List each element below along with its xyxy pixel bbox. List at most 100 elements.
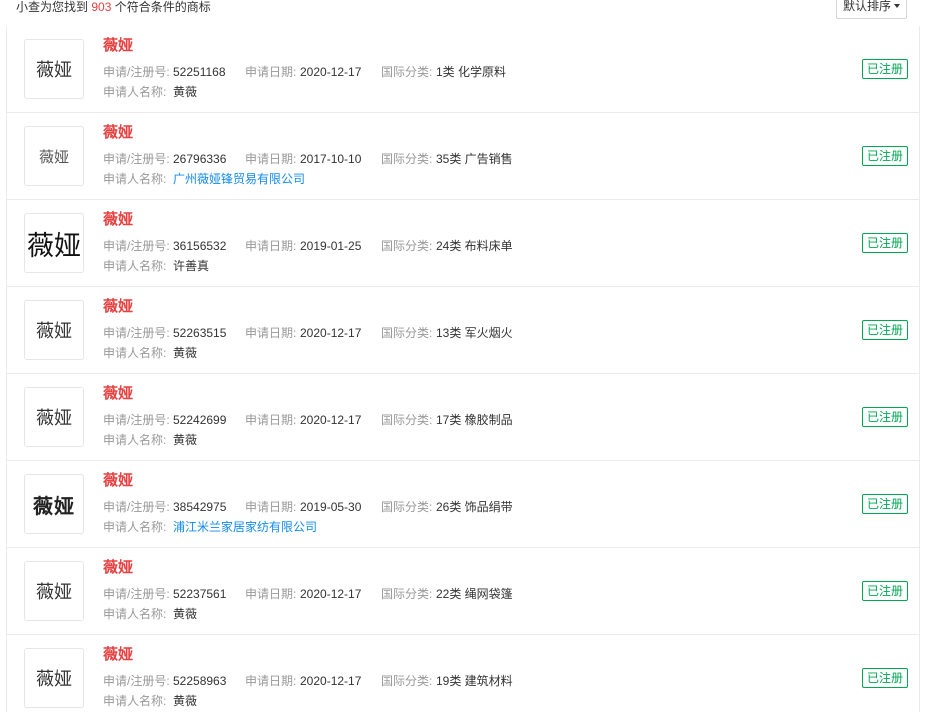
date-value: 2020-12-17 bbox=[300, 326, 362, 340]
date-label: 申请日期: bbox=[245, 326, 297, 340]
trademark-name-link[interactable]: 薇娅 bbox=[103, 124, 133, 142]
status-badge: 已注册 bbox=[862, 494, 908, 514]
date-value: 2020-12-17 bbox=[300, 65, 362, 79]
applicant-value: 黄薇 bbox=[173, 85, 198, 99]
trademark-name-link[interactable]: 薇娅 bbox=[103, 211, 133, 229]
trademark-row[interactable]: 薇娅 薇娅 申请/注册号: 52258963 申请日期: 2020-12-17 国际分类: 1… bbox=[7, 635, 919, 712]
class-label: 国际分类: bbox=[381, 152, 433, 166]
class-label: 国际分类: bbox=[381, 239, 433, 253]
trademark-list: 薇娅 薇娅 申请/注册号: 52251168 申请日期: 2020-12-17 国际分类: 1… bbox=[6, 26, 920, 712]
date-label: 申请日期: bbox=[245, 239, 297, 253]
trademark-logo-text: 薇娅 bbox=[36, 408, 72, 429]
reg-no-label: 申请/注册号: bbox=[103, 587, 170, 601]
date-value: 2020-12-17 bbox=[300, 674, 362, 688]
results-summary: 小查为您找到 903 个符合条件的商标 bbox=[16, 0, 211, 14]
reg-no-label: 申请/注册号: bbox=[103, 65, 170, 79]
reg-no-label: 申请/注册号: bbox=[103, 674, 170, 688]
applicant-label: 申请人名称: bbox=[103, 346, 167, 360]
date-label: 申请日期: bbox=[245, 674, 297, 688]
class-value: 22类 绳网袋篷 bbox=[436, 587, 513, 601]
class-label: 国际分类: bbox=[381, 65, 433, 79]
date-label: 申请日期: bbox=[245, 587, 297, 601]
reg-no-label: 申请/注册号: bbox=[103, 326, 170, 340]
caret-down-icon bbox=[894, 4, 900, 8]
trademark-name-link[interactable]: 薇娅 bbox=[103, 37, 133, 55]
trademark-row[interactable]: 薇娅 薇娅 申请/注册号: 52242699 申请日期: 2020-12-17 国际分类: 1… bbox=[7, 374, 919, 461]
applicant-label: 申请人名称: bbox=[103, 607, 167, 621]
trademark-logo-text: 薇娅 bbox=[36, 60, 72, 81]
status-badge: 已注册 bbox=[862, 320, 908, 340]
reg-no-label: 申请/注册号: bbox=[103, 413, 170, 427]
applicant-value: 许善真 bbox=[173, 259, 210, 273]
trademark-logo-image[interactable]: 薇娅 bbox=[24, 561, 84, 621]
trademark-name-link[interactable]: 薇娅 bbox=[103, 298, 133, 316]
class-value: 26类 饰品绢带 bbox=[436, 500, 513, 514]
trademark-results-page: 小查为您找到 903 个符合条件的商标 默认排序 薇娅 薇娅 申请/注册号: 5225… bbox=[0, 0, 925, 712]
applicant-value: 黄薇 bbox=[173, 694, 198, 708]
class-label: 国际分类: bbox=[381, 500, 433, 514]
trademark-row[interactable]: 薇娅 薇娅 申请/注册号: 52263515 申请日期: 2020-12-17 国际分类: 1… bbox=[7, 287, 919, 374]
applicant-label: 申请人名称: bbox=[103, 433, 167, 447]
trademark-row[interactable]: 薇娅 薇娅 申请/注册号: 26796336 申请日期: 2017-10-10 国际分类: 3… bbox=[7, 113, 919, 200]
applicant-value: 黄薇 bbox=[173, 346, 198, 360]
results-count: 903 bbox=[91, 0, 112, 14]
class-label: 国际分类: bbox=[381, 413, 433, 427]
reg-no-value: 52251168 bbox=[173, 65, 226, 79]
reg-no-value: 36156532 bbox=[173, 239, 227, 253]
applicant-link[interactable]: 广州薇娅锋贸易有限公司 bbox=[173, 172, 305, 186]
date-label: 申请日期: bbox=[245, 500, 297, 514]
trademark-row[interactable]: 薇娅 薇娅 申请/注册号: 52237561 申请日期: 2020-12-17 国际分类: 2… bbox=[7, 548, 919, 635]
trademark-name-link[interactable]: 薇娅 bbox=[103, 472, 133, 490]
sort-dropdown-button[interactable]: 默认排序 bbox=[836, 0, 907, 19]
trademark-row[interactable]: 薇娅 薇娅 申请/注册号: 36156532 申请日期: 2019-01-25 国际分类: 2… bbox=[7, 200, 919, 287]
status-badge: 已注册 bbox=[862, 233, 908, 253]
trademark-logo-image[interactable]: 薇娅 bbox=[24, 213, 84, 273]
reg-no-label: 申请/注册号: bbox=[103, 239, 170, 253]
trademark-logo-image[interactable]: 薇娅 bbox=[24, 474, 84, 534]
sort-label: 默认排序 bbox=[842, 0, 891, 13]
trademark-logo-image[interactable]: 薇娅 bbox=[24, 126, 84, 186]
trademark-name-link[interactable]: 薇娅 bbox=[103, 559, 133, 577]
reg-no-value: 52242699 bbox=[173, 413, 227, 427]
status-badge: 已注册 bbox=[862, 581, 908, 601]
applicant-value: 黄薇 bbox=[173, 607, 198, 621]
trademark-logo-text: 薇娅 bbox=[33, 493, 75, 518]
class-value: 17类 橡胶制品 bbox=[436, 413, 513, 427]
trademark-row[interactable]: 薇娅 薇娅 申请/注册号: 52251168 申请日期: 2020-12-17 国际分类: 1… bbox=[7, 26, 919, 113]
trademark-row[interactable]: 薇娅 薇娅 申请/注册号: 38542975 申请日期: 2019-05-30 国际分类: 2… bbox=[7, 461, 919, 548]
reg-no-value: 52258963 bbox=[173, 674, 227, 688]
results-summary-bar: 小查为您找到 903 个符合条件的商标 默认排序 bbox=[0, 0, 925, 26]
reg-no-label: 申请/注册号: bbox=[103, 152, 170, 166]
date-label: 申请日期: bbox=[245, 65, 297, 79]
applicant-link[interactable]: 浦江米兰家居家纺有限公司 bbox=[173, 520, 317, 534]
class-label: 国际分类: bbox=[381, 587, 433, 601]
trademark-logo-image[interactable]: 薇娅 bbox=[24, 387, 84, 447]
status-badge: 已注册 bbox=[862, 146, 908, 166]
class-label: 国际分类: bbox=[381, 326, 433, 340]
date-value: 2017-10-10 bbox=[300, 152, 362, 166]
trademark-logo-text: 薇娅 bbox=[36, 321, 72, 342]
date-label: 申请日期: bbox=[245, 413, 297, 427]
class-value: 19类 建筑材料 bbox=[436, 674, 513, 688]
date-value: 2019-05-30 bbox=[300, 500, 362, 514]
trademark-logo-text: 薇娅 bbox=[36, 582, 72, 603]
applicant-value: 黄薇 bbox=[173, 433, 198, 447]
status-badge: 已注册 bbox=[862, 59, 908, 79]
summary-suffix: 个符合条件的商标 bbox=[114, 0, 211, 14]
trademark-name-link[interactable]: 薇娅 bbox=[103, 646, 133, 664]
reg-no-value: 52237561 bbox=[173, 587, 227, 601]
summary-prefix: 小查为您找到 bbox=[16, 0, 89, 14]
status-badge: 已注册 bbox=[862, 407, 908, 427]
status-badge: 已注册 bbox=[862, 668, 908, 688]
trademark-logo-image[interactable]: 薇娅 bbox=[24, 648, 84, 708]
applicant-label: 申请人名称: bbox=[103, 259, 167, 273]
class-label: 国际分类: bbox=[381, 674, 433, 688]
trademark-logo-image[interactable]: 薇娅 bbox=[24, 300, 84, 360]
trademark-logo-text: 薇娅 bbox=[36, 669, 72, 690]
trademark-logo-image[interactable]: 薇娅 bbox=[24, 39, 84, 99]
applicant-label: 申请人名称: bbox=[103, 520, 167, 534]
class-value: 24类 布料床单 bbox=[436, 239, 513, 253]
date-label: 申请日期: bbox=[245, 152, 297, 166]
trademark-name-link[interactable]: 薇娅 bbox=[103, 385, 133, 403]
class-value: 1类 化学原料 bbox=[436, 65, 507, 79]
